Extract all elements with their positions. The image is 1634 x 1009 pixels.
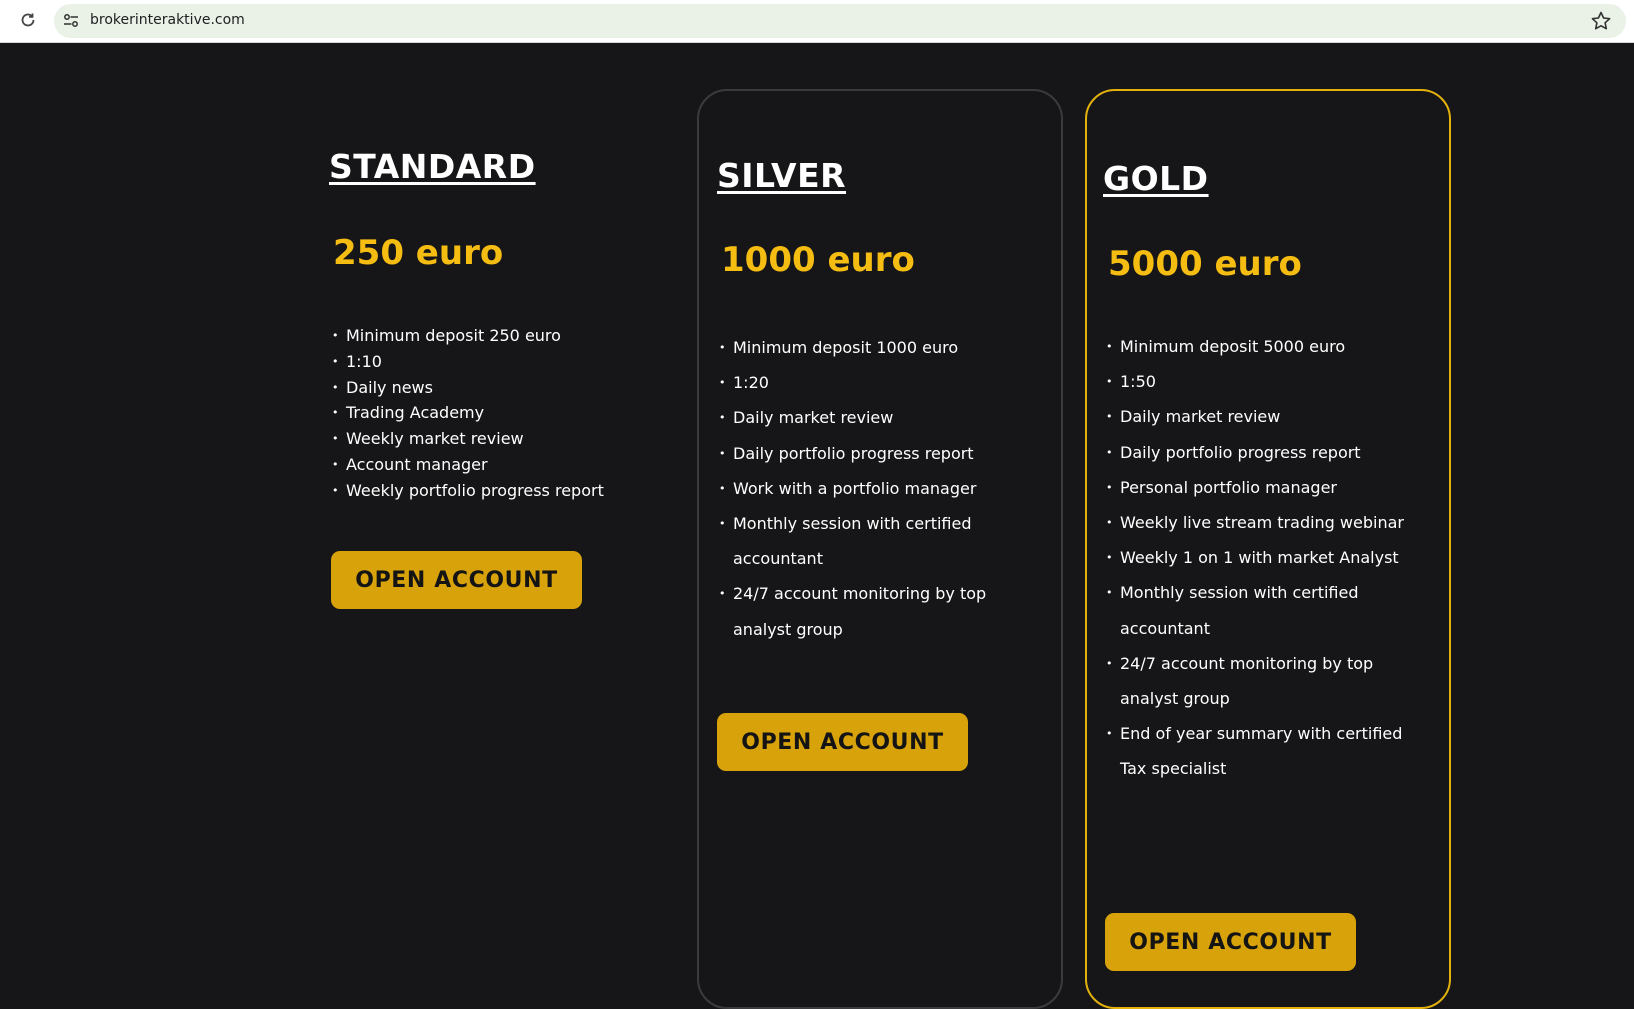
feature-item: Minimum deposit 250 euro [332,323,652,349]
feature-item: Daily portfolio progress report [1106,435,1418,470]
bookmark-star-icon[interactable] [1590,10,1612,32]
open-account-button-silver[interactable]: OPEN ACCOUNT [717,713,968,771]
browser-toolbar: brokerinteraktive.com [0,0,1634,43]
feature-item: End of year summary with certified Tax s… [1106,716,1418,786]
feature-item: Trading Academy [332,400,652,426]
feature-item: Weekly market review [332,426,652,452]
open-account-button-standard[interactable]: OPEN ACCOUNT [331,551,582,609]
feature-item: Weekly live stream trading webinar [1106,505,1418,540]
feature-item: Minimum deposit 5000 euro [1106,329,1418,364]
url-text[interactable]: brokerinteraktive.com [90,12,245,28]
feature-item: Personal portfolio manager [1106,470,1418,505]
feature-item: Daily portfolio progress report [719,436,1019,471]
plan-title-standard: STANDARD [329,147,536,186]
feature-item: Weekly portfolio progress report [332,478,652,504]
plan-price-standard: 250 euro [333,233,504,273]
plan-price-gold: 5000 euro [1108,244,1302,284]
plan-title-silver: SILVER [717,156,847,195]
feature-item: Daily market review [719,400,1019,435]
feature-item: Account manager [332,452,652,478]
reload-icon[interactable] [18,10,38,30]
feature-item: Daily news [332,375,652,401]
site-info-icon[interactable] [62,12,80,30]
feature-list-standard: Minimum deposit 250 euro 1:10 Daily news… [332,323,652,504]
feature-item: Daily market review [1106,399,1418,434]
feature-list-silver: Minimum deposit 1000 euro 1:20 Daily mar… [719,330,1019,647]
plan-price-silver: 1000 euro [721,240,915,280]
feature-item: 1:10 [332,349,652,375]
address-bar[interactable]: brokerinteraktive.com [54,4,1626,38]
feature-item: 1:20 [719,365,1019,400]
feature-item: Monthly session with certified accountan… [719,506,1019,576]
feature-item: Monthly session with certified accountan… [1106,575,1418,645]
plan-title-gold: GOLD [1103,159,1209,198]
feature-item: Work with a portfolio manager [719,471,1019,506]
feature-item: Weekly 1 on 1 with market Analyst [1106,540,1418,575]
feature-list-gold: Minimum deposit 5000 euro 1:50 Daily mar… [1106,329,1418,787]
feature-item: Minimum deposit 1000 euro [719,330,1019,365]
feature-item: 24/7 account monitoring by top analyst g… [719,576,1019,646]
feature-item: 24/7 account monitoring by top analyst g… [1106,646,1418,716]
feature-item: 1:50 [1106,364,1418,399]
open-account-button-gold[interactable]: OPEN ACCOUNT [1105,913,1356,971]
